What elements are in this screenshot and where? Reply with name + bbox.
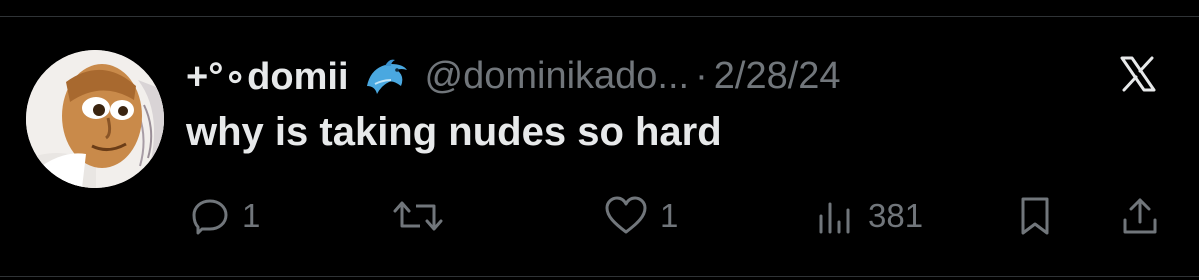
reply-icon	[190, 196, 230, 236]
like-button[interactable]: 1	[604, 196, 678, 236]
reply-button[interactable]: 1	[190, 196, 260, 236]
dolphin-emoji-icon	[363, 56, 409, 96]
display-name[interactable]: +°∘domii	[186, 54, 349, 99]
tweet-text: why is taking nudes so hard	[186, 110, 722, 154]
top-divider	[0, 16, 1199, 17]
user-handle[interactable]: @dominikado...	[425, 55, 690, 98]
separator-dot: ·	[695, 54, 708, 97]
retweet-icon	[392, 196, 444, 236]
bookmark-button[interactable]	[1018, 196, 1052, 236]
x-logo-icon[interactable]	[1118, 54, 1158, 94]
reply-count: 1	[242, 197, 261, 234]
bookmark-icon	[1018, 196, 1052, 236]
retweet-button[interactable]	[392, 196, 444, 236]
tweet-header: +°∘domii @dominikado... · 2/28/24	[186, 48, 841, 104]
share-icon	[1120, 196, 1160, 236]
views-count: 381	[868, 197, 924, 234]
tweet-date[interactable]: 2/28/24	[714, 55, 841, 98]
views-button[interactable]: 381	[816, 196, 923, 236]
like-count: 1	[660, 197, 679, 234]
heart-icon	[604, 196, 648, 236]
share-button[interactable]	[1120, 196, 1160, 236]
views-icon	[816, 196, 856, 236]
avatar[interactable]	[26, 50, 164, 188]
bottom-divider	[0, 276, 1199, 277]
